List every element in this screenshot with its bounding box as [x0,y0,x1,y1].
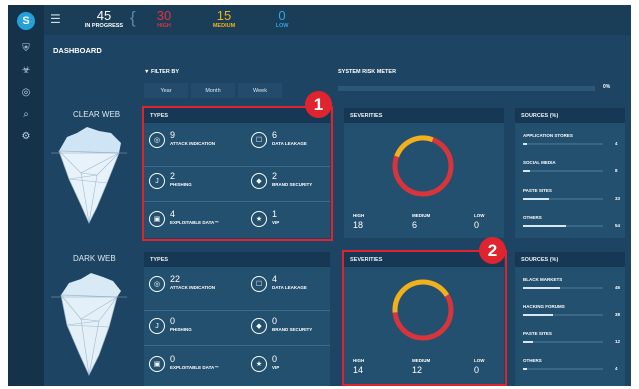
lock-icon: ▣ [149,356,165,372]
callout-box-1 [142,106,333,241]
dark-type-leakage[interactable]: ☐ 4 DATA LEAKAGE [251,274,331,302]
dark-source-row[interactable]: BLACK MARKETS 46 [523,277,620,290]
divider [144,310,330,311]
risk-meter-label: SYSTEM RISK METER [338,69,397,75]
hook-icon: J [149,318,165,334]
target-icon: ◎ [149,276,165,292]
radar-icon[interactable]: ◎ [8,87,44,98]
search-icon[interactable]: ⌕ [8,109,44,120]
page-title: DASHBOARD [53,46,102,55]
filter-month-button[interactable]: Month [191,83,235,98]
dark-type-vip[interactable]: ★ 0 VIP [251,354,331,382]
top-bar: ☰ 45 IN PROGRESS { 30 HIGH 15 MEDIUM 0 L… [44,5,631,35]
clear-sev-low: LOW 0 [474,213,485,230]
clear-sources-header: SOURCES (%) [515,108,625,123]
bracket-icon: { [130,8,136,27]
low-stat: 0 LOW [275,8,289,29]
callout-box-2 [342,250,507,386]
dark-type-attack[interactable]: ◎ 22 ATTACK INDICATION [149,274,229,302]
clear-severity-donut [392,135,454,197]
callout-badge-2: 2 [479,237,506,264]
filter-label: ▼ FILTER BY [144,69,179,75]
medium-stat: 15 MEDIUM [212,8,236,29]
filter-year-button[interactable]: Year [144,83,188,98]
clear-web-iceberg-icon [51,127,127,224]
unlock-icon: ☐ [251,276,267,292]
dark-web-title: DARK WEB [73,254,116,263]
risk-meter-bar [338,86,595,91]
in-progress-stat: 45 IN PROGRESS [84,8,124,29]
dark-web-iceberg-icon [51,273,127,376]
dark-type-exploitable[interactable]: ▣ 0 EXPLOITABLE DATA™ [149,354,229,382]
dark-type-brand[interactable]: ◆ 0 BRAND SECURITY [251,316,331,344]
clear-source-row[interactable]: APPLICATION STORES 4 [523,133,619,146]
filter-icon: ▼ [144,69,150,75]
clear-source-row[interactable]: OTHERS 54 [523,215,620,228]
clear-source-row[interactable]: PASTE SITES 33 [523,188,620,201]
shield-icon: ◆ [251,318,267,334]
left-nav: S ⛨ ☣ ◎ ⌕ ⚙ [8,5,44,386]
high-stat: 30 HIGH [156,8,172,29]
dark-types-header: TYPES [144,252,330,267]
app-logo[interactable]: S [17,12,35,30]
medal-icon: ★ [251,356,267,372]
divider [144,345,330,346]
dark-source-row[interactable]: PASTE SITES 12 [523,331,620,344]
dark-web-sources-panel: SOURCES (%) [515,252,625,386]
dark-source-row[interactable]: OTHERS 4 [523,358,619,371]
clear-severities-header: SEVERITIES [344,108,504,123]
clear-web-title: CLEAR WEB [73,110,121,119]
settings-icon[interactable]: ⚙ [8,131,44,142]
dark-source-row[interactable]: HACKING FORUMS 38 [523,304,620,317]
callout-badge-1: 1 [305,91,332,118]
risk-meter-value: 0% [603,84,611,90]
clear-sev-high: HIGH 18 [353,213,365,230]
shield-icon[interactable]: ⛨ [8,43,44,54]
dark-sources-header: SOURCES (%) [515,252,625,267]
menu-toggle-icon[interactable]: ☰ [50,12,61,26]
filter-week-button[interactable]: Week [238,83,282,98]
clear-sev-medium: MEDIUM 6 [412,213,431,230]
biohazard-icon[interactable]: ☣ [8,65,44,76]
app-window: S ⛨ ☣ ◎ ⌕ ⚙ ☰ 45 IN PROGRESS { 30 HIGH 1… [8,5,631,386]
dark-type-phishing[interactable]: J 0 PHISHING [149,316,229,344]
clear-source-row[interactable]: SOCIAL MEDIA 8 [523,160,619,173]
